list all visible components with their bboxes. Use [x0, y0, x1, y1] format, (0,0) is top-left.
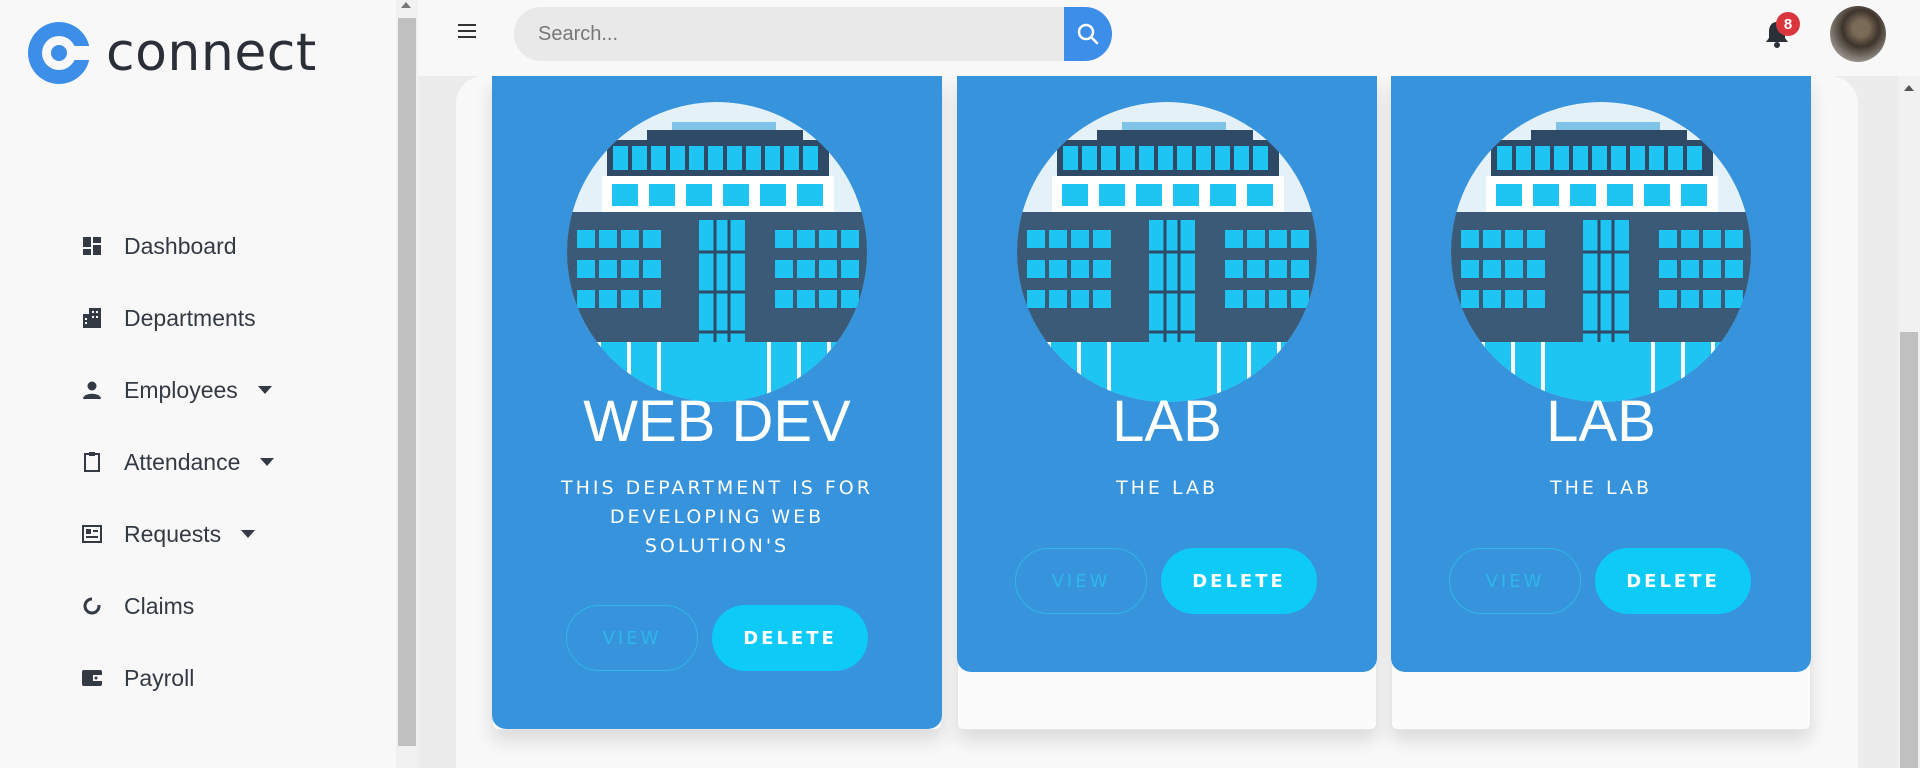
- building-illustration: [1451, 102, 1751, 402]
- sidebar-item-label: Dashboard: [124, 232, 237, 259]
- pie-chart-icon: [82, 596, 102, 616]
- sidebar-item-label: Claims: [124, 592, 195, 619]
- building-illustration: [1017, 102, 1317, 402]
- newspaper-icon: [82, 524, 102, 544]
- chevron-down-icon: [241, 530, 256, 538]
- sidebar-item-label: Departments: [124, 304, 256, 331]
- brand-name: connect: [106, 23, 317, 83]
- view-button[interactable]: VIEW: [1015, 548, 1147, 614]
- view-button[interactable]: VIEW: [566, 605, 698, 671]
- hamburger-menu-icon[interactable]: [458, 24, 476, 42]
- sidebar-item-claims[interactable]: Claims: [0, 570, 396, 642]
- delete-button[interactable]: DELETE: [1595, 548, 1751, 614]
- building-icon: [82, 308, 102, 328]
- department-name: WEB DEV: [583, 389, 851, 454]
- sidebar-item-label: Attendance: [124, 448, 241, 475]
- search-input[interactable]: [514, 7, 1064, 61]
- main-scrollbar[interactable]: [1898, 76, 1920, 768]
- department-card: WEB DEV THIS DEPARTMENT IS FOR DEVELOPIN…: [492, 76, 942, 729]
- scroll-up-arrow-icon[interactable]: [1904, 85, 1914, 91]
- logo-icon: [28, 22, 92, 84]
- department-description: THIS DEPARTMENT IS FOR DEVELOPING WEB SO…: [561, 477, 873, 557]
- brand-logo[interactable]: connect: [28, 22, 317, 84]
- sidebar: connect Dashboard Departments Employees: [0, 0, 396, 768]
- dashboard-icon: [82, 236, 102, 256]
- sidebar-item-label: Payroll: [124, 664, 195, 691]
- person-icon: [82, 380, 102, 400]
- scroll-up-arrow-icon[interactable]: [401, 2, 411, 8]
- sidebar-item-employees[interactable]: Employees: [0, 354, 396, 426]
- sidebar-item-requests[interactable]: Requests: [0, 498, 396, 570]
- sidebar-item-attendance[interactable]: Attendance: [0, 426, 396, 498]
- search-bar: [514, 7, 1112, 61]
- wallet-icon: [82, 668, 102, 688]
- sidebar-item-dashboard[interactable]: Dashboard: [0, 210, 396, 282]
- notification-badge: 8: [1776, 12, 1800, 36]
- chevron-down-icon: [260, 458, 275, 466]
- user-avatar[interactable]: [1830, 6, 1886, 62]
- view-button[interactable]: VIEW: [1449, 548, 1581, 614]
- department-description: THE LAB: [1116, 477, 1218, 499]
- sidebar-scrollbar[interactable]: [396, 0, 418, 768]
- delete-button[interactable]: DELETE: [1161, 548, 1317, 614]
- delete-button[interactable]: DELETE: [712, 605, 868, 671]
- scrollbar-thumb[interactable]: [1900, 332, 1918, 768]
- department-card: LAB THE LAB VIEW DELETE: [1391, 76, 1811, 672]
- department-name: LAB: [1112, 389, 1222, 454]
- scrollbar-thumb[interactable]: [398, 18, 416, 746]
- sidebar-item-label: Requests: [124, 520, 222, 547]
- sidebar-nav: Dashboard Departments Employees Attendan…: [0, 210, 396, 714]
- topbar: 8: [418, 0, 1920, 76]
- department-name: LAB: [1546, 389, 1656, 454]
- sidebar-item-payroll[interactable]: Payroll: [0, 642, 396, 714]
- building-illustration: [567, 102, 867, 402]
- department-card: LAB THE LAB VIEW DELETE: [957, 76, 1377, 672]
- chevron-down-icon: [257, 386, 272, 394]
- sidebar-item-departments[interactable]: Departments: [0, 282, 396, 354]
- search-icon: [1077, 23, 1099, 45]
- sidebar-item-label: Employees: [124, 376, 238, 403]
- department-description: THE LAB: [1550, 477, 1652, 499]
- clipboard-icon: [82, 452, 102, 472]
- search-button[interactable]: [1064, 7, 1112, 61]
